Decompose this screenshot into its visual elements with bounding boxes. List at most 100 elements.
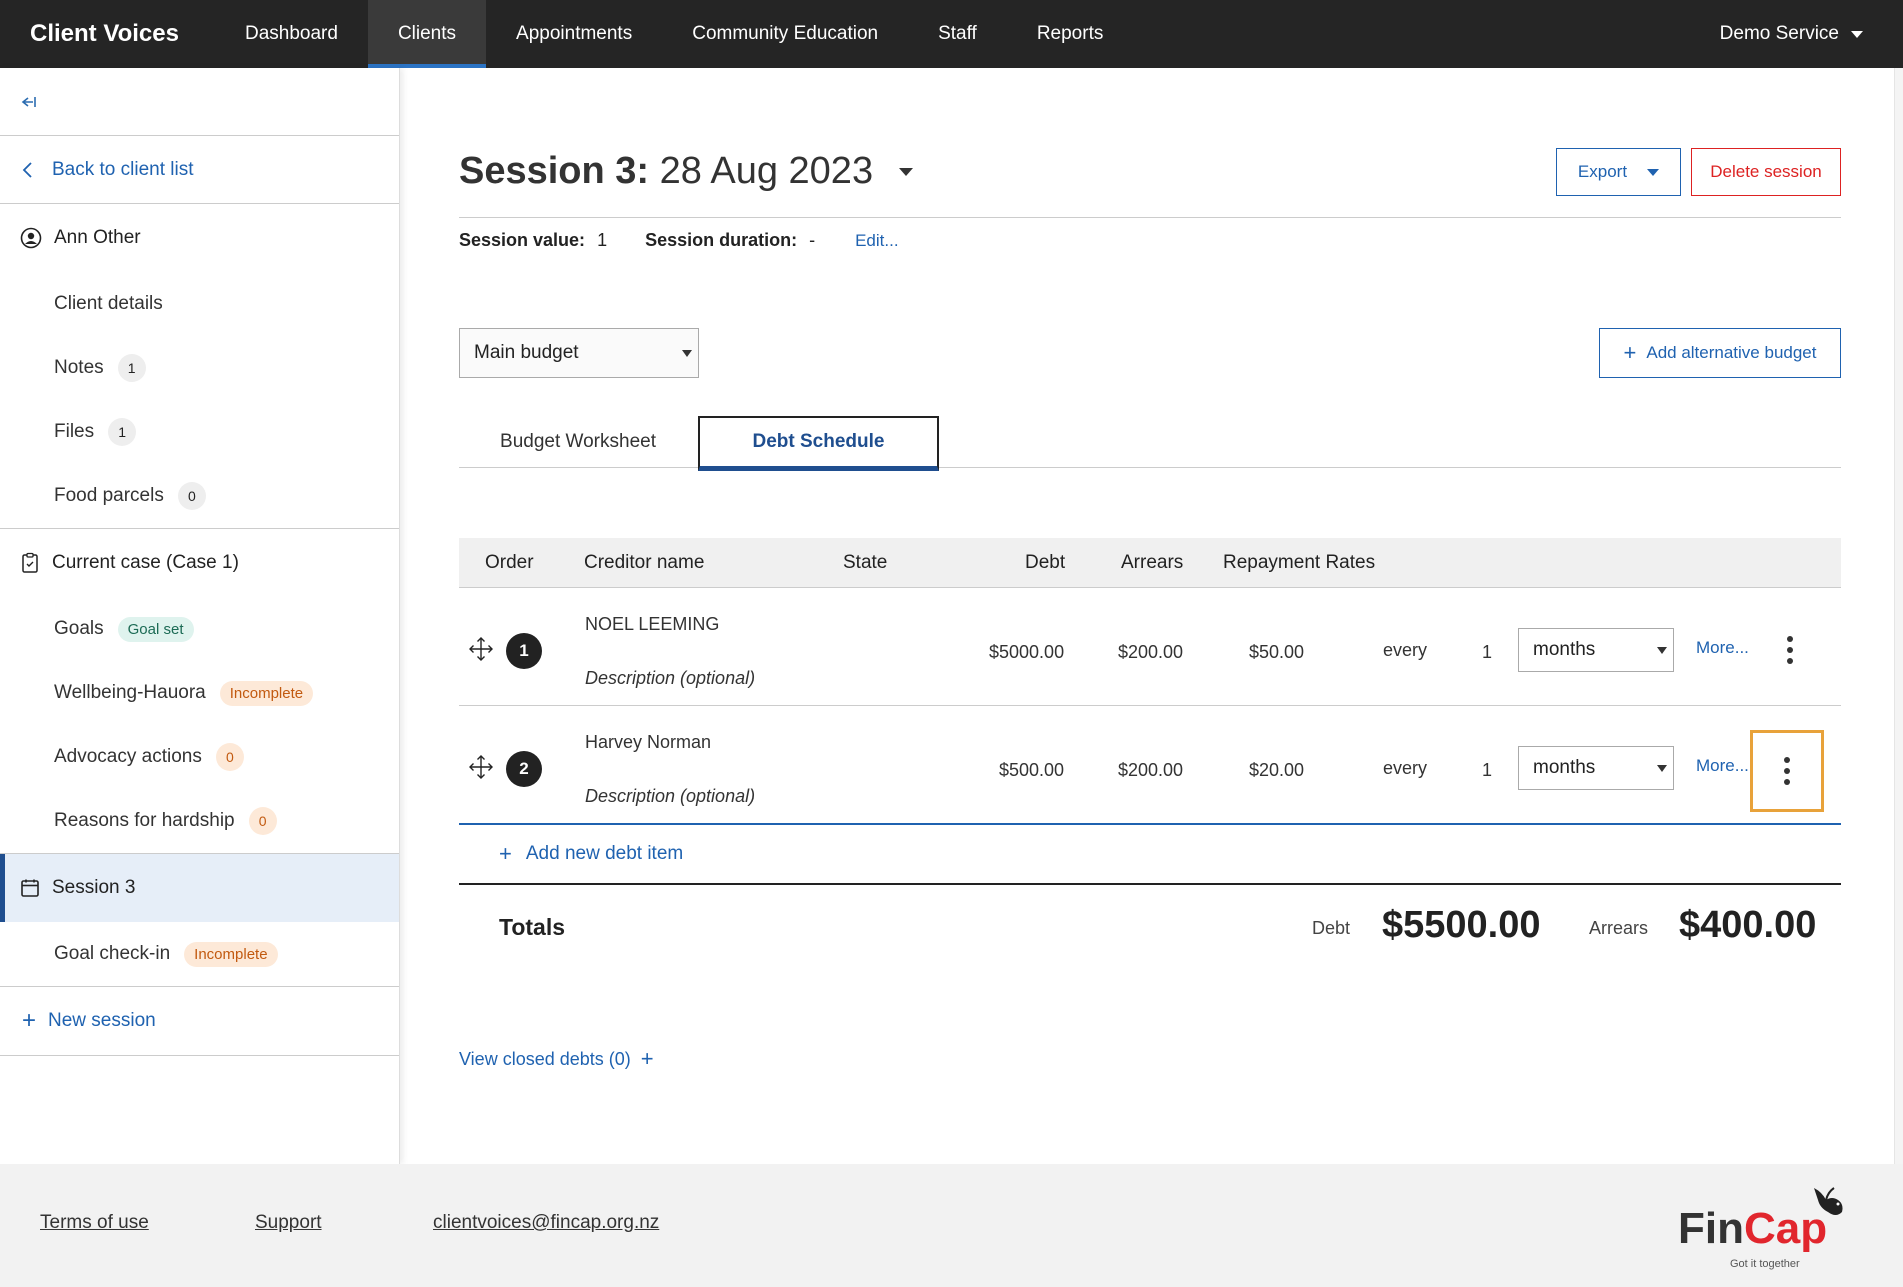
sidebar-item-notes[interactable]: Notes 1 [0, 336, 399, 400]
view-closed-debts-link[interactable]: View closed debts (0) + [459, 1048, 654, 1070]
service-selector[interactable]: Demo Service [1720, 0, 1863, 68]
tab-debt-schedule[interactable]: Debt Schedule [698, 416, 939, 471]
client-name: Ann Other [54, 227, 141, 248]
totals-arrears-label: Arrears [1589, 918, 1649, 938]
sidebar-item-goal-check-in[interactable]: Goal check-in Incomplete [0, 922, 399, 986]
case-title: Current case (Case 1) [52, 552, 239, 573]
client-header[interactable]: Ann Other [0, 204, 399, 272]
session-title-selector[interactable]: Session 3: 28 Aug 2023 [459, 150, 914, 193]
creditor-name[interactable]: NOEL LEEMING [585, 614, 719, 635]
every-label: every [1383, 758, 1428, 778]
interval-unit-select[interactable]: months [1518, 628, 1674, 672]
nav-appointments[interactable]: Appointments [486, 0, 662, 68]
creditor-name[interactable]: Harvey Norman [585, 732, 711, 753]
session-value: 1 [597, 230, 608, 250]
order-number: 2 [506, 751, 542, 787]
service-name: Demo Service [1719, 23, 1839, 44]
dropdown-caret-icon [1657, 647, 1667, 654]
interval-value[interactable]: 1 [1482, 642, 1492, 663]
repayment-rate[interactable]: $20.00 [1249, 760, 1304, 781]
plus-icon: + [499, 841, 512, 866]
count-badge: 0 [248, 807, 277, 835]
terms-of-use-link[interactable]: Terms of use [40, 1212, 149, 1234]
scrollbar[interactable] [1894, 68, 1903, 1164]
more-link[interactable]: More... [1696, 756, 1749, 776]
sidebar-item-advocacy-actions[interactable]: Advocacy actions 0 [0, 725, 399, 789]
logo-fin: Fin [1678, 1204, 1744, 1253]
nav-clients[interactable]: Clients [367, 0, 487, 68]
status-badge: Incomplete [219, 680, 314, 706]
row-actions-button[interactable] [1750, 730, 1824, 812]
kebab-menu-icon [1784, 757, 1790, 785]
description-field[interactable]: Description (optional) [585, 668, 755, 689]
sidebar-item-label: Notes [54, 357, 104, 378]
add-debt-label: Add new debt item [525, 843, 684, 864]
every-label: every [1383, 640, 1428, 660]
table-row: 2 Harvey Norman Description (optional) $… [459, 706, 1841, 824]
sidebar-item-label: Goal check-in [54, 943, 171, 964]
sidebar-item-reasons-for-hardship[interactable]: Reasons for hardship 0 [0, 789, 399, 853]
edit-session-link[interactable]: Edit... [855, 231, 898, 251]
chevron-down-icon [1647, 168, 1660, 176]
col-arrears: Arrears [1121, 552, 1184, 573]
add-new-debt-item-button[interactable]: + Add new debt item [499, 843, 683, 865]
totals-debt-label: Debt [1312, 918, 1351, 938]
add-alt-label: Add alternative budget [1646, 343, 1817, 362]
fincap-logo: FinCap Got it together [1678, 1187, 1858, 1274]
collapse-sidebar-button[interactable] [0, 68, 399, 136]
clipboard-icon [22, 552, 38, 573]
sidebar-item-session-3[interactable]: Session 3 [0, 854, 399, 922]
arrears-value[interactable]: $200.00 [1118, 642, 1183, 663]
session-duration: - [809, 230, 816, 250]
export-button[interactable]: Export [1556, 148, 1681, 196]
nav-reports[interactable]: Reports [1007, 0, 1134, 68]
debt-value[interactable]: $500.00 [999, 760, 1064, 781]
session-value-label: Session value: [459, 230, 586, 250]
back-to-client-list[interactable]: Back to client list [0, 136, 399, 204]
back-label: Back to client list [52, 158, 194, 180]
sidebar-item-files[interactable]: Files 1 [0, 400, 399, 464]
support-link[interactable]: Support [255, 1212, 322, 1234]
more-link[interactable]: More... [1696, 638, 1749, 658]
sidebar-item-food-parcels[interactable]: Food parcels 0 [0, 464, 399, 528]
col-order: Order [485, 552, 534, 573]
sidebar-item-goals[interactable]: Goals Goal set [0, 597, 399, 661]
interval-unit-select[interactable]: months [1518, 746, 1674, 790]
row-actions-button[interactable] [1759, 625, 1821, 675]
status-badge: Incomplete [184, 941, 278, 967]
tab-budget-worksheet[interactable]: Budget Worksheet [459, 416, 697, 468]
session-title-date: 28 Aug 2023 [659, 150, 874, 192]
nav-staff[interactable]: Staff [908, 0, 1007, 68]
nav-community-education[interactable]: Community Education [662, 0, 908, 68]
col-debt: Debt [1025, 552, 1066, 573]
col-creditor: Creditor name [584, 552, 705, 573]
sidebar-item-label: Advocacy actions [54, 746, 202, 767]
divider [459, 883, 1841, 885]
session-duration-label: Session duration: [645, 230, 798, 250]
new-session-button[interactable]: + New session [0, 986, 399, 1056]
app-brand[interactable]: Client Voices [0, 0, 215, 68]
unit-select-value: months [1533, 639, 1596, 660]
description-field[interactable]: Description (optional) [585, 786, 755, 807]
sidebar-item-wellbeing[interactable]: Wellbeing-Hauora Incomplete [0, 661, 399, 725]
sidebar-item-client-details[interactable]: Client details [0, 272, 399, 336]
footer: Terms of use Support clientvoices@fincap… [0, 1164, 1903, 1287]
sidebar-item-label: Files [54, 421, 95, 442]
move-handle-icon[interactable] [468, 636, 494, 662]
nav-dashboard[interactable]: Dashboard [215, 0, 368, 68]
move-handle-icon[interactable] [468, 754, 494, 780]
sidebar: Back to client list Ann Other Client det… [0, 68, 400, 1164]
bird-icon [1814, 1187, 1843, 1215]
delete-session-button[interactable]: Delete session [1691, 148, 1841, 196]
interval-value[interactable]: 1 [1482, 760, 1492, 781]
budget-select[interactable]: Main budget [459, 328, 699, 378]
budget-select-value: Main budget [474, 342, 579, 363]
add-alternative-budget-button[interactable]: + Add alternative budget [1599, 328, 1841, 378]
email-link[interactable]: clientvoices@fincap.org.nz [433, 1212, 659, 1234]
case-header[interactable]: Current case (Case 1) [0, 529, 399, 597]
debt-value[interactable]: $5000.00 [989, 642, 1064, 663]
session-label: Session 3 [52, 877, 136, 898]
arrears-value[interactable]: $200.00 [1118, 760, 1183, 781]
sidebar-item-label: Wellbeing-Hauora [54, 682, 206, 703]
repayment-rate[interactable]: $50.00 [1249, 642, 1304, 663]
